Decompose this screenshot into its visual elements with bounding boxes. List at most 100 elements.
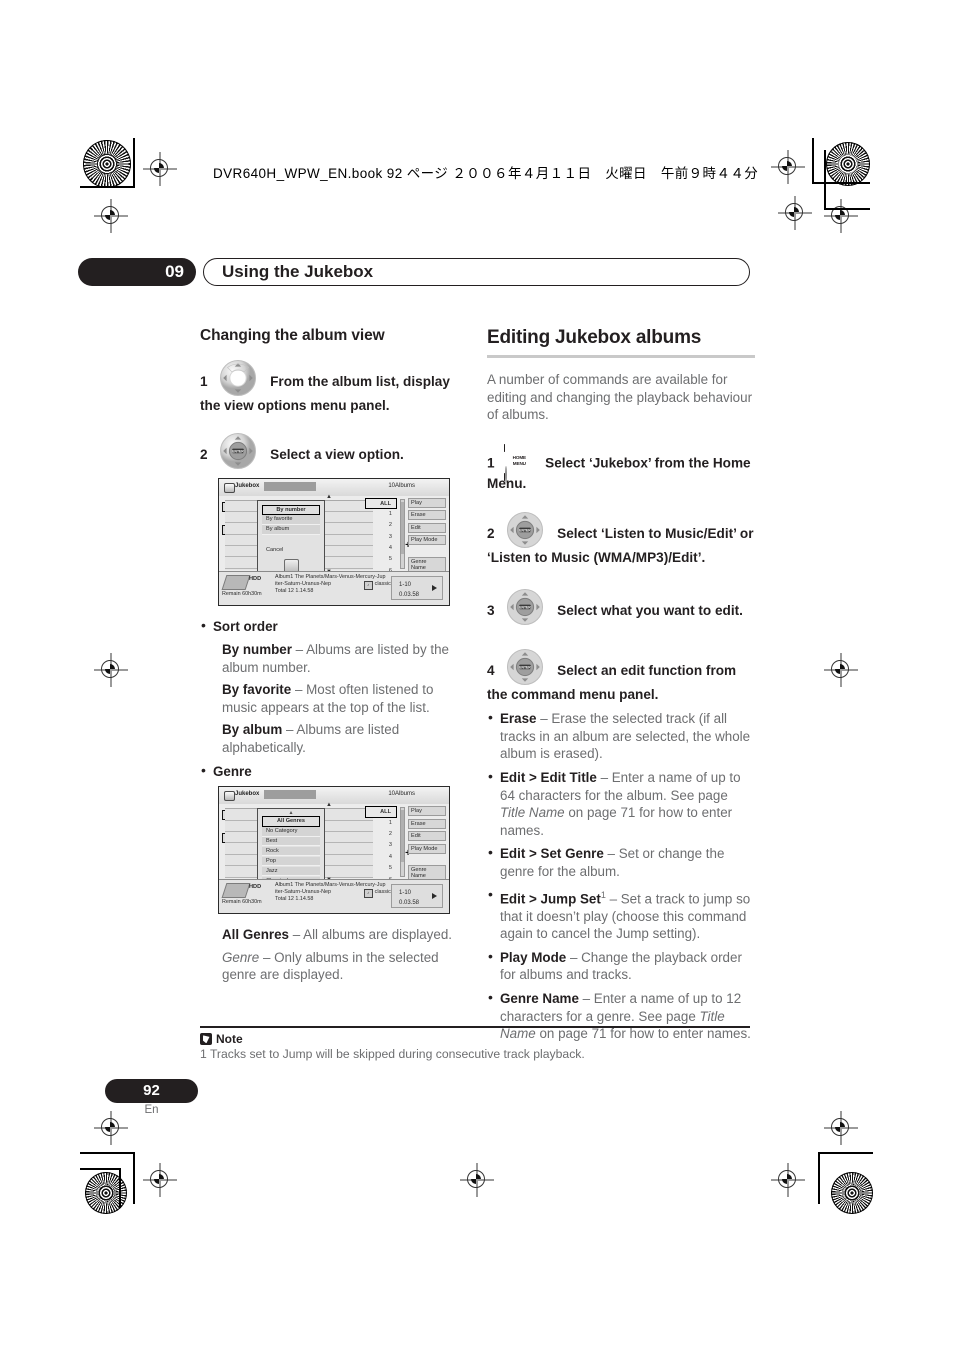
music-note-icon: ♪ — [363, 889, 373, 899]
book-slug-line: DVR640H_WPW_EN.book 92 ページ ２００６年４月１１日 火曜… — [213, 166, 759, 181]
command-edit[interactable]: Edit — [408, 831, 446, 842]
shot-sort-track-meta: Album1 The Planets/Mars-Venus-Mercury-Ju… — [275, 574, 395, 595]
right-step-1: 1 HOME MENU Select ‘Jukebox’ from the Ho… — [487, 437, 755, 494]
shot-sort-album-count: 10Albums — [388, 482, 415, 489]
jukebox-icon — [224, 482, 235, 493]
bullet-erase: Erase – Erase the selected track (if all… — [487, 709, 755, 763]
sub-by-album: By album – Albums are listed alphabetica… — [222, 721, 464, 756]
command-play[interactable]: Play — [408, 497, 446, 508]
shot-sort-popup-menu: By number By favorite By album Cancel — [257, 499, 325, 575]
shot-genre-num-all: ALL — [365, 806, 397, 818]
bullet-genre-name-term: Genre Name — [500, 991, 579, 1007]
shot-sort-elapsed: 0.03.58 — [399, 591, 420, 598]
shot-genre-body: Sort B Genre A n2 n3 n4 n5 n6 n7 n8 ▲ AL… — [219, 802, 449, 894]
right-step-4-number: 4 — [487, 662, 495, 678]
crop-line-tl-v — [133, 138, 135, 188]
left-bullet-list-sort: Sort order — [200, 617, 464, 636]
popup-item-jazz[interactable]: Jazz — [262, 866, 320, 877]
right-step-3-number: 3 — [487, 602, 495, 618]
note-icon — [200, 1033, 212, 1046]
crop-line-bl-h2 — [80, 1168, 120, 1170]
popup-item-no-category[interactable]: No Category — [262, 827, 320, 837]
shot-sort-scrollbar[interactable] — [400, 498, 405, 569]
shot-sort-status-bar: HDD Remain 60h30m Album1 The Planets/Mar… — [219, 570, 449, 605]
home-menu-button-icon: HOME MENU — [504, 437, 535, 484]
left-step-2-number: 2 — [200, 446, 208, 462]
popup-item-all-genres[interactable]: All Genres — [262, 816, 320, 827]
shot-genre-elapsed: 0.03.58 — [399, 900, 420, 907]
crop-line-bl-h — [80, 1152, 135, 1154]
registration-mark-bottom-left — [143, 1163, 177, 1197]
left-step-2-text: Select a view option. — [270, 446, 404, 462]
shot-sort-hdd-label: HDD — [249, 575, 262, 582]
shot-sort-remain: Remain 60h30m — [222, 590, 262, 597]
crop-line-tr-v2 — [824, 150, 826, 210]
bullet-edit-title: Edit > Edit Title – Enter a name of up t… — [487, 768, 755, 839]
note-rule — [200, 1026, 750, 1029]
print-rosette-top-right — [826, 142, 870, 186]
shot-genre-scrollbar[interactable] — [400, 807, 405, 878]
left-step-2: 2 ENTER Select a view option. — [200, 432, 464, 472]
right-intro-text: A number of commands are available for e… — [487, 372, 753, 423]
registration-mark-bottom-right — [771, 1163, 805, 1197]
dpad-enter-icon: ENTER — [504, 511, 546, 549]
bullet-jump-set: Edit > Jump Set1 – Set a track to jump s… — [487, 886, 755, 943]
play-triangle-icon — [432, 584, 437, 591]
crop-line-bl-v2 — [119, 1168, 121, 1208]
command-edit[interactable]: Edit — [408, 522, 446, 533]
shot-genre-album-count: 10Albums — [388, 791, 415, 798]
bullet-genre: Genre — [200, 762, 464, 781]
play-triangle-icon — [432, 893, 437, 900]
popup-item-by-number[interactable]: By number — [262, 504, 320, 515]
command-erase[interactable]: Erase — [408, 510, 446, 520]
crop-line-tr-h — [812, 182, 870, 184]
left-step-1: 1 From the album list, display the view … — [200, 359, 464, 416]
shot-sort-titlebar-fill — [264, 481, 316, 491]
note-block: Note 1 Tracks set to Jump will be skippe… — [200, 1026, 750, 1062]
shot-sort-num-all: ALL — [365, 497, 397, 509]
shot-genre-popup-menu: ▴ All Genres No Category Best Rock Pop J… — [257, 808, 325, 892]
bullet-play-mode: Play Mode – Change the playback order fo… — [487, 948, 755, 984]
right-step-3-text: Select what you want to edit. — [557, 602, 743, 618]
shot-sort-num: 2 — [388, 522, 392, 529]
command-play-mode[interactable]: Play Mode — [408, 843, 446, 854]
popup-cancel[interactable]: Cancel — [262, 547, 320, 553]
command-erase[interactable]: Erase — [408, 818, 446, 829]
screenshot-genre: Jukebox 10Albums Sort B Genre A n2 n3 n4… — [218, 786, 450, 915]
registration-mark-right-mid — [824, 653, 858, 687]
print-rosette-bottom-right — [831, 1172, 873, 1214]
left-step-1-number: 1 — [200, 374, 208, 389]
bullet-set-genre: Edit > Set Genre – Set or change the gen… — [487, 844, 755, 880]
page-language-code: En — [144, 1104, 159, 1116]
shot-genre-meta-line1: Album1 The Planets/Mars-Venus-Mercury-Ju… — [275, 882, 386, 889]
page-number-badge: 92 — [105, 1079, 198, 1103]
popup-item-rock[interactable]: Rock — [262, 846, 320, 857]
bullet-edit-title-term: Edit > Edit Title — [500, 770, 597, 786]
shot-sort-body: Sort B Genre A n2 n3 n4 n5 n6 n7 n8 ▲ AL… — [219, 494, 449, 585]
right-step-2-number: 2 — [487, 526, 495, 542]
right-step-1-number: 1 — [487, 455, 495, 471]
dpad-enter-icon: ENTER — [504, 648, 546, 686]
popup-item-best[interactable]: Best — [262, 837, 320, 847]
registration-mark-top-right — [771, 150, 805, 184]
popup-item-by-favorite[interactable]: By favorite — [262, 515, 320, 525]
genre-sublist: All Genres – All albums are displayed. G… — [222, 926, 464, 984]
shot-sort-num: 1 — [388, 510, 392, 517]
bullet-set-genre-term: Edit > Set Genre — [500, 846, 604, 862]
popup-item-pop[interactable]: Pop — [262, 856, 320, 867]
music-note-icon: ♪ — [363, 580, 373, 590]
crop-line-bl-v — [133, 1152, 135, 1204]
shot-sort-num: 4 — [388, 545, 392, 552]
bullet-sort-order: Sort order — [200, 617, 464, 636]
sub-all-genres-term: All Genres — [222, 927, 289, 943]
bullet-genre-label: Genre — [213, 763, 252, 779]
crop-line-tl-h — [80, 186, 135, 188]
shot-sort-title: Jukebox — [235, 482, 260, 489]
registration-mark-left-upper — [94, 199, 128, 233]
registration-mark-bottom-center — [460, 1163, 494, 1197]
popup-item-by-album[interactable]: By album — [262, 525, 320, 535]
command-play-mode[interactable]: Play Mode — [408, 535, 446, 545]
command-play[interactable]: Play — [408, 806, 446, 817]
shot-genre-titlebar-fill — [264, 790, 316, 800]
crop-line-br-v — [818, 1152, 820, 1204]
